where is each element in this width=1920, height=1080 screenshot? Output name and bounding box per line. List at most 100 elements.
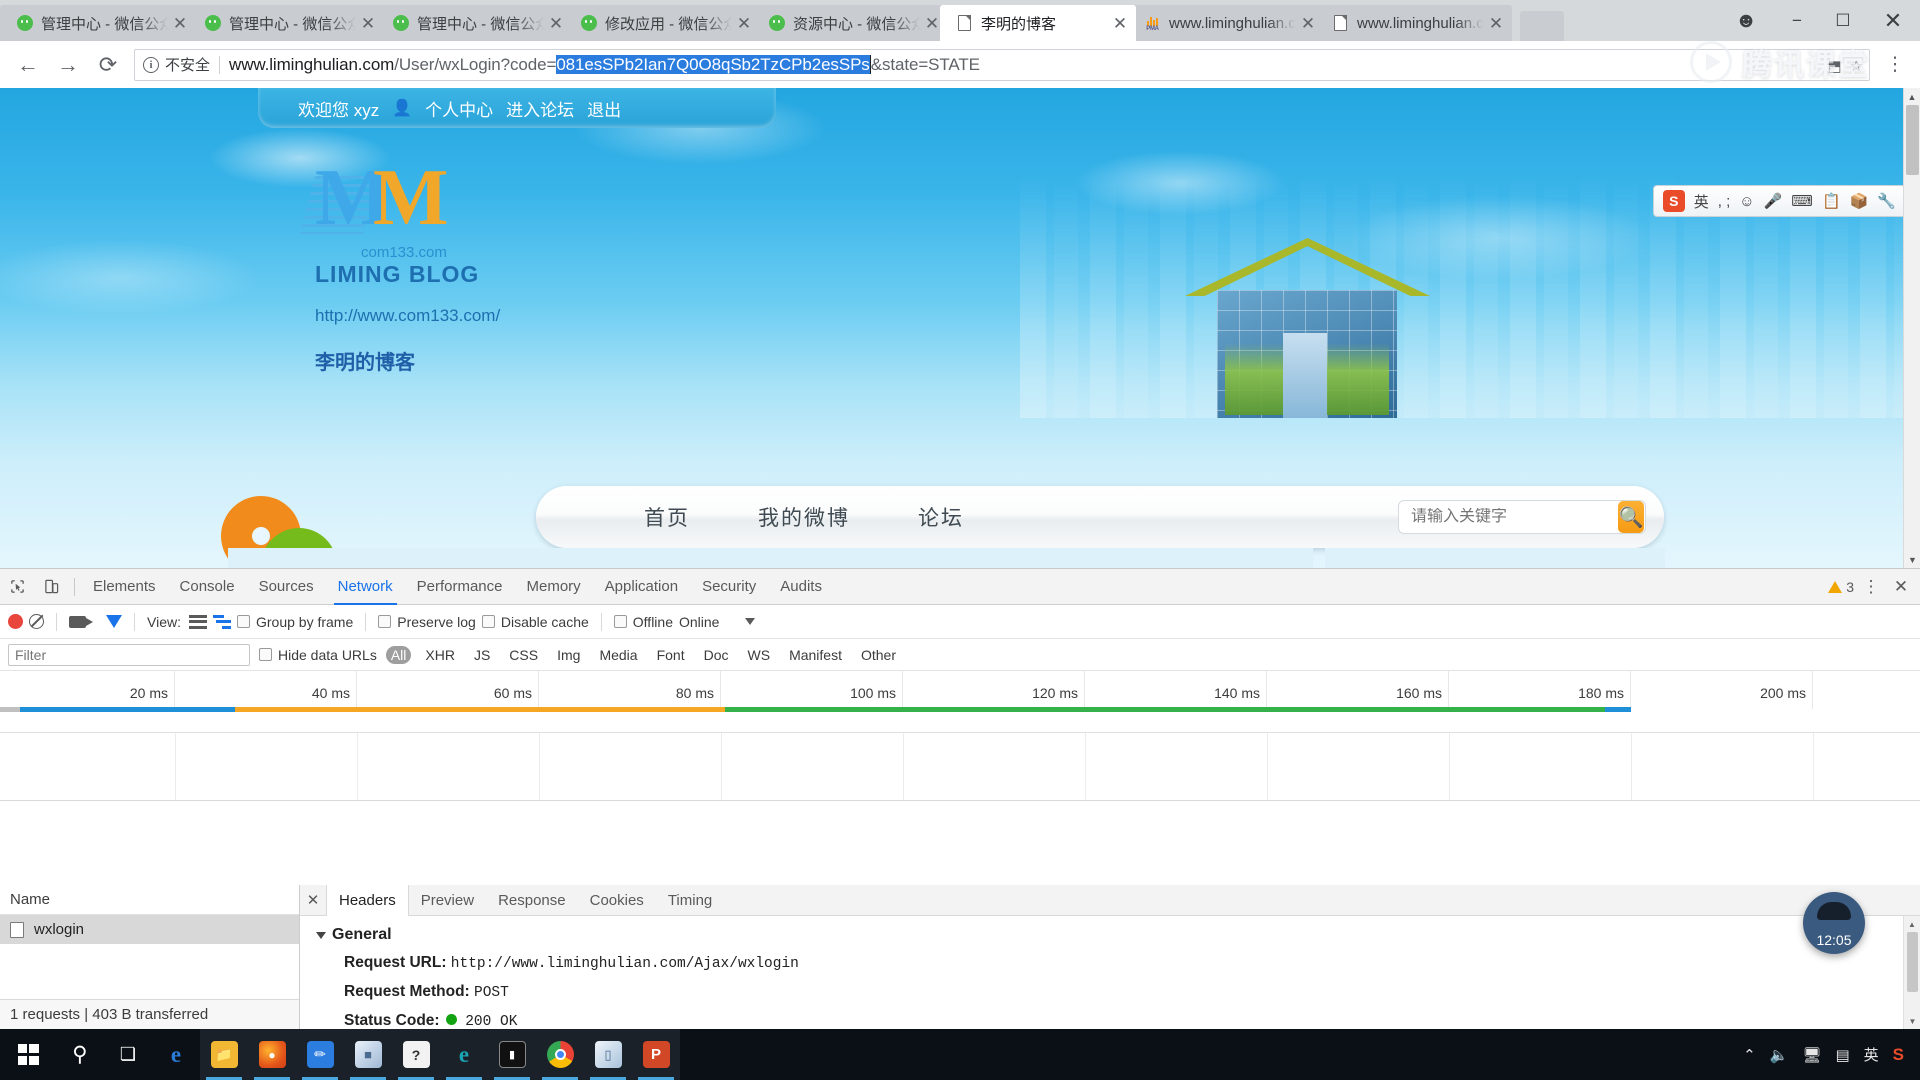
chrome-menu-icon[interactable]: ⋮ (1878, 45, 1912, 85)
devtools-more-icon[interactable]: ⋮ (1858, 569, 1884, 605)
volume-icon[interactable]: 🔈 (1770, 1046, 1789, 1064)
scrollbar-thumb[interactable] (1906, 105, 1919, 175)
filter-type-media[interactable]: Media (594, 646, 642, 664)
forward-icon[interactable]: → (48, 45, 88, 85)
tab-close-button[interactable]: ✕ (1108, 11, 1132, 35)
filter-type-css[interactable]: CSS (504, 646, 543, 664)
chrome-icon[interactable] (536, 1029, 584, 1080)
windows-start-icon[interactable] (0, 1029, 56, 1080)
link-logout[interactable]: 退出 (587, 96, 621, 121)
table-row[interactable]: wxlogin (0, 915, 299, 944)
bookmark-star-icon[interactable]: ☆ (1850, 57, 1863, 75)
filter-type-ws[interactable]: WS (743, 646, 776, 664)
site-security-indicator[interactable]: i 不安全 (143, 54, 210, 75)
search-icon[interactable]: 🔍 (1618, 501, 1644, 533)
nav-item-forum[interactable]: 论坛 (884, 502, 998, 532)
help-icon[interactable]: ? (392, 1029, 440, 1080)
new-tab-button[interactable] (1520, 11, 1564, 41)
filter-type-manifest[interactable]: Manifest (784, 646, 847, 664)
ime-panel-icon[interactable]: ▤ (1835, 1046, 1849, 1064)
package-icon[interactable]: ■ (344, 1029, 392, 1080)
filter-type-all[interactable]: All (385, 645, 412, 664)
tab-close-button[interactable]: ✕ (1484, 11, 1508, 35)
ime-language-icon[interactable]: 英 (1864, 1044, 1879, 1065)
window-close-button[interactable]: ✕ (1866, 0, 1920, 41)
filter-type-font[interactable]: Font (652, 646, 690, 664)
devtools-close-icon[interactable]: ✕ (1888, 569, 1914, 605)
account-icon[interactable]: ☻ (1718, 0, 1774, 41)
close-detail-icon[interactable]: ✕ (300, 885, 326, 915)
funnel-icon[interactable] (106, 615, 122, 628)
powerpoint-icon[interactable]: P (632, 1029, 680, 1080)
device-toggle-icon[interactable] (34, 569, 68, 605)
filter-input[interactable] (8, 643, 250, 666)
disable-cache-checkbox[interactable]: Disable cache (481, 614, 589, 630)
brand-url[interactable]: http://www.com133.com/ (315, 306, 725, 326)
list-view-icon[interactable] (188, 614, 207, 629)
floating-clock-widget[interactable]: 12:05 (1803, 892, 1865, 954)
clear-icon[interactable] (29, 614, 44, 629)
keyboard-icon[interactable]: ⌨ (1791, 192, 1813, 210)
minimize-button[interactable]: − (1774, 0, 1820, 41)
filter-type-js[interactable]: JS (469, 646, 495, 664)
show-hidden-icons[interactable]: ⌃ (1743, 1046, 1756, 1064)
filter-type-doc[interactable]: Doc (699, 646, 734, 664)
browser-tab-1[interactable]: 管理中心 - 微信公众平台 ✕ (188, 5, 384, 41)
tab-sources[interactable]: Sources (247, 569, 326, 605)
record-icon[interactable] (8, 614, 23, 629)
browser-tab-0[interactable]: 管理中心 - 微信公众平台 ✕ (0, 5, 196, 41)
detail-tab-headers[interactable]: Headers (326, 885, 409, 916)
task-view-icon[interactable]: ❏ (104, 1029, 152, 1080)
browser-tab-4[interactable]: 资源中心 - 微信公众平台 ✕ (752, 5, 948, 41)
offline-checkbox[interactable]: Offline (613, 614, 673, 630)
sogou-icon[interactable]: S (1893, 1045, 1904, 1065)
page-scrollbar[interactable]: ▲ ▼ (1903, 88, 1920, 568)
detail-tab-preview[interactable]: Preview (409, 885, 486, 915)
detail-tab-timing[interactable]: Timing (656, 885, 724, 915)
browser-tab-5-active[interactable]: 李明的博客 ✕ (940, 5, 1136, 41)
file-explorer-icon[interactable]: 📁 (200, 1029, 248, 1080)
scroll-up-arrow[interactable]: ▲ (1904, 916, 1920, 932)
mic-icon[interactable]: 🎤 (1764, 192, 1783, 210)
terminal-icon[interactable]: ▮ (488, 1029, 536, 1080)
filter-type-other[interactable]: Other (856, 646, 901, 664)
column-header-name[interactable]: Name (0, 885, 299, 915)
nav-item-home[interactable]: 首页 (610, 502, 724, 532)
chevron-down-icon[interactable] (745, 618, 756, 625)
ime-mode-label[interactable]: 英 (1694, 191, 1709, 212)
group-by-frame-checkbox[interactable]: Group by frame (236, 614, 353, 630)
reload-icon[interactable]: ⟳ (88, 45, 128, 85)
sogou-ime-toolbar[interactable]: S 英 , ; ☺ 🎤 ⌨ 📋 📦 🔧 (1652, 185, 1906, 217)
box-icon[interactable]: 📦 (1850, 192, 1869, 210)
general-section-header[interactable]: General (316, 926, 1903, 944)
extension-icon[interactable]: ⬒ (1827, 57, 1841, 75)
network-icon[interactable]: 🖥 (1802, 1046, 1821, 1064)
internet-explorer-icon[interactable]: e (152, 1029, 200, 1080)
site-search[interactable]: 🔍 (1398, 500, 1646, 534)
inspect-cursor-icon[interactable] (0, 569, 34, 605)
tab-elements[interactable]: Elements (81, 569, 168, 605)
tab-audits[interactable]: Audits (768, 569, 834, 605)
address-bar[interactable]: i 不安全 www.liminghulian.com/User/wxLogin?… (134, 48, 1870, 81)
browser-tab-6[interactable]: PMA www.liminghulian.com ✕ (1128, 5, 1324, 41)
tab-console[interactable]: Console (168, 569, 247, 605)
search-input[interactable] (1399, 508, 1618, 526)
filter-type-img[interactable]: Img (552, 646, 585, 664)
tab-network[interactable]: Network (326, 569, 405, 605)
nav-item-weibo[interactable]: 我的微博 (724, 502, 884, 532)
link-user-center[interactable]: 个人中心 (425, 96, 493, 121)
tab-security[interactable]: Security (690, 569, 768, 605)
tab-performance[interactable]: Performance (405, 569, 515, 605)
scroll-down-arrow[interactable]: ▼ (1904, 551, 1920, 568)
browser-tab-7[interactable]: www.liminghulian.com ✕ (1316, 5, 1512, 41)
hide-data-urls-checkbox[interactable]: Hide data URLs (259, 647, 377, 663)
camera-icon[interactable] (69, 615, 93, 628)
waterfall-view-icon[interactable] (212, 614, 231, 629)
wrench-icon[interactable]: 🔧 (1877, 192, 1896, 210)
detail-tab-response[interactable]: Response (486, 885, 578, 915)
scroll-down-arrow[interactable]: ▼ (1904, 1013, 1920, 1029)
browser-tab-3[interactable]: 修改应用 - 微信公众平台 ✕ (564, 5, 760, 41)
throttling-select[interactable]: Online (679, 614, 719, 630)
clipboard-icon[interactable]: 📋 (1822, 192, 1841, 210)
editor-icon[interactable]: ✏ (296, 1029, 344, 1080)
